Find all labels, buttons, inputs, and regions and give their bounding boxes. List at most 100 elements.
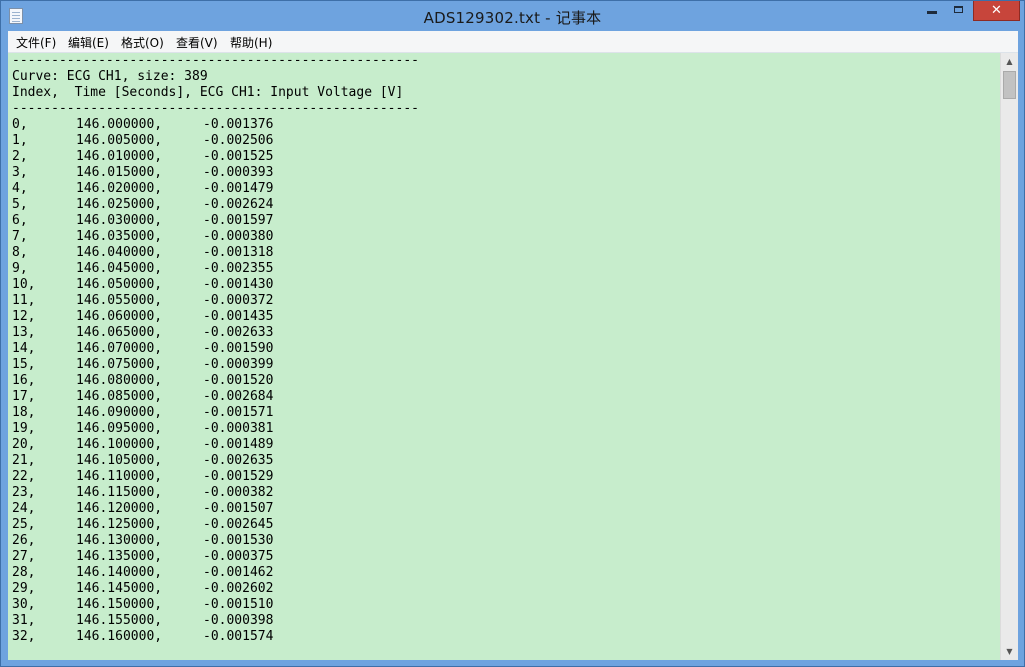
row-time: 146.005000, — [76, 133, 163, 148]
data-row: 22, 146.110000, -0.001529 — [12, 469, 997, 485]
row-index: 17, — [12, 389, 36, 404]
row-index: 20, — [12, 437, 36, 452]
data-row: 15, 146.075000, -0.000399 — [12, 357, 997, 373]
data-row: 11, 146.055000, -0.000372 — [12, 293, 997, 309]
row-time: 146.100000, — [76, 437, 163, 452]
data-row: 6, 146.030000, -0.001597 — [12, 213, 997, 229]
row-time: 146.010000, — [76, 149, 163, 164]
data-row: 19, 146.095000, -0.000381 — [12, 421, 997, 437]
text-content[interactable]: ----------------------------------------… — [12, 53, 997, 660]
menu-help[interactable]: 帮助(H) — [230, 34, 272, 51]
data-row: 5, 146.025000, -0.002624 — [12, 197, 997, 213]
data-row: 8, 146.040000, -0.001318 — [12, 245, 997, 261]
window-title: ADS129302.txt - 记事本 — [423, 9, 602, 27]
row-voltage: -0.002624 — [203, 197, 274, 212]
separator-line: ----------------------------------------… — [12, 53, 419, 68]
menu-bar: 文件(F) 编辑(E) 格式(O) 查看(V) 帮助(H) — [8, 31, 1018, 53]
menu-view[interactable]: 查看(V) — [176, 34, 218, 51]
data-row: 9, 146.045000, -0.002355 — [12, 261, 997, 277]
row-time: 146.040000, — [76, 245, 163, 260]
menu-edit[interactable]: 编辑(E) — [68, 34, 109, 51]
minimize-button[interactable] — [918, 1, 946, 21]
row-index: 13, — [12, 325, 36, 340]
column-header-line: Index, Time [Seconds], ECG CH1: Input Vo… — [12, 85, 404, 100]
data-row: 13, 146.065000, -0.002633 — [12, 325, 997, 341]
text-editor[interactable]: ----------------------------------------… — [8, 53, 1018, 660]
row-time: 146.090000, — [76, 405, 163, 420]
row-index: 21, — [12, 453, 36, 468]
data-row: 31, 146.155000, -0.000398 — [12, 613, 997, 629]
data-row: 29, 146.145000, -0.002602 — [12, 581, 997, 597]
row-index: 23, — [12, 485, 36, 500]
row-voltage: -0.001574 — [203, 629, 274, 644]
row-index: 11, — [12, 293, 36, 308]
row-index: 28, — [12, 565, 36, 580]
notepad-window: ADS129302.txt - 记事本 ✕ 文件(F) 编辑(E) 格式(O) … — [0, 0, 1025, 667]
row-index: 14, — [12, 341, 36, 356]
row-voltage: -0.000372 — [203, 293, 274, 308]
row-voltage: -0.000398 — [203, 613, 274, 628]
row-voltage: -0.000393 — [203, 165, 274, 180]
row-index: 25, — [12, 517, 36, 532]
close-icon: ✕ — [991, 3, 1002, 18]
row-index: 22, — [12, 469, 36, 484]
row-voltage: -0.001318 — [203, 245, 274, 260]
scroll-down-icon[interactable]: ▼ — [1001, 643, 1018, 660]
vertical-scrollbar[interactable]: ▲ ▼ — [1000, 53, 1018, 660]
row-voltage: -0.002633 — [203, 325, 274, 340]
row-index: 8, — [12, 245, 28, 260]
row-time: 146.135000, — [76, 549, 163, 564]
close-button[interactable]: ✕ — [973, 1, 1020, 21]
row-index: 2, — [12, 149, 28, 164]
maximize-icon — [954, 6, 963, 13]
row-time: 146.160000, — [76, 629, 163, 644]
data-row: 17, 146.085000, -0.002684 — [12, 389, 997, 405]
row-index: 6, — [12, 213, 28, 228]
scroll-up-icon[interactable]: ▲ — [1001, 53, 1018, 70]
row-index: 15, — [12, 357, 36, 372]
data-row: 25, 146.125000, -0.002645 — [12, 517, 997, 533]
data-row: 18, 146.090000, -0.001571 — [12, 405, 997, 421]
scroll-thumb[interactable] — [1003, 71, 1016, 99]
data-row: 23, 146.115000, -0.000382 — [12, 485, 997, 501]
row-index: 32, — [12, 629, 36, 644]
row-voltage: -0.001376 — [203, 117, 274, 132]
title-bar[interactable]: ADS129302.txt - 记事本 ✕ — [1, 1, 1024, 31]
data-row: 0, 146.000000, -0.001376 — [12, 117, 997, 133]
row-voltage: -0.002602 — [203, 581, 274, 596]
row-time: 146.065000, — [76, 325, 163, 340]
row-index: 5, — [12, 197, 28, 212]
data-row: 10, 146.050000, -0.001430 — [12, 277, 997, 293]
row-time: 146.050000, — [76, 277, 163, 292]
row-time: 146.125000, — [76, 517, 163, 532]
row-voltage: -0.001510 — [203, 597, 274, 612]
data-row: 12, 146.060000, -0.001435 — [12, 309, 997, 325]
row-voltage: -0.002684 — [203, 389, 274, 404]
row-index: 0, — [12, 117, 28, 132]
row-time: 146.140000, — [76, 565, 163, 580]
data-row: 20, 146.100000, -0.001489 — [12, 437, 997, 453]
row-voltage: -0.002355 — [203, 261, 274, 276]
row-voltage: -0.001479 — [203, 181, 274, 196]
row-index: 24, — [12, 501, 36, 516]
row-index: 26, — [12, 533, 36, 548]
row-time: 146.080000, — [76, 373, 163, 388]
curve-header-line: Curve: ECG CH1, size: 389 — [12, 69, 208, 84]
row-time: 146.030000, — [76, 213, 163, 228]
data-row: 27, 146.135000, -0.000375 — [12, 549, 997, 565]
row-voltage: -0.001507 — [203, 501, 274, 516]
row-time: 146.025000, — [76, 197, 163, 212]
row-voltage: -0.001489 — [203, 437, 274, 452]
data-row: 4, 146.020000, -0.001479 — [12, 181, 997, 197]
row-time: 146.105000, — [76, 453, 163, 468]
data-row: 26, 146.130000, -0.001530 — [12, 533, 997, 549]
menu-file[interactable]: 文件(F) — [16, 34, 56, 51]
data-row: 21, 146.105000, -0.002635 — [12, 453, 997, 469]
row-time: 146.035000, — [76, 229, 163, 244]
row-voltage: -0.001430 — [203, 277, 274, 292]
menu-format[interactable]: 格式(O) — [121, 34, 164, 51]
maximize-button[interactable] — [946, 1, 973, 21]
row-time: 146.020000, — [76, 181, 163, 196]
data-row: 24, 146.120000, -0.001507 — [12, 501, 997, 517]
data-row: 16, 146.080000, -0.001520 — [12, 373, 997, 389]
